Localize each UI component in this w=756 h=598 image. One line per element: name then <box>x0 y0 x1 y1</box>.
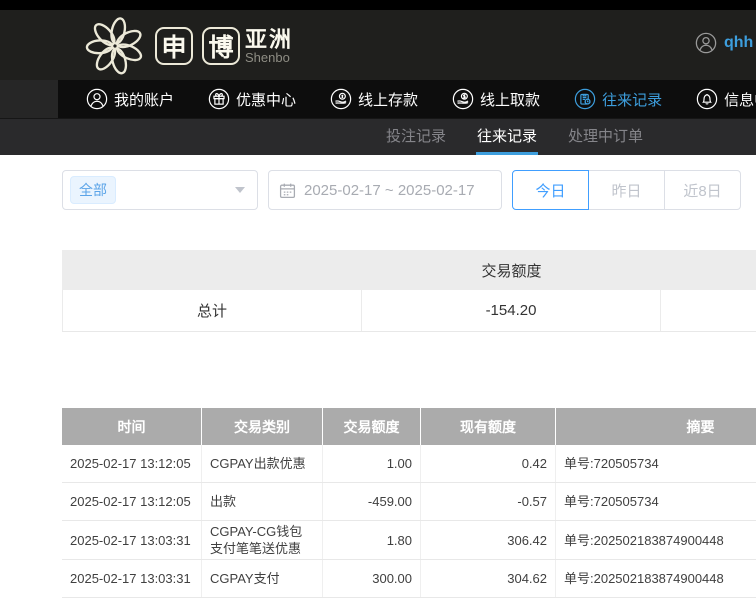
cell-type: 出款 <box>202 483 323 520</box>
nav-label: 信息中心 <box>724 89 756 110</box>
col-header-amount: 交易额度 <box>323 408 421 445</box>
cell-balance: 0.42 <box>421 445 556 482</box>
records-icon <box>574 88 596 110</box>
account-icon <box>86 88 108 110</box>
transaction-type-select[interactable]: 全部 <box>62 170 258 210</box>
cell-type: CGPAY出款优惠 <box>202 445 323 482</box>
date-range-value: 2025-02-17 ~ 2025-02-17 <box>304 182 475 199</box>
col-header-time: 时间 <box>62 408 202 445</box>
table-body: 2025-02-17 13:12:05 CGPAY出款优惠 1.00 0.42 … <box>62 445 756 598</box>
cell-amount: 1.80 <box>323 521 421 559</box>
cell-summary: 单号:720505734 <box>556 483 756 520</box>
today-button[interactable]: 今日 <box>512 170 589 210</box>
nav-item-transaction-records[interactable]: 往来记录 <box>574 88 662 110</box>
cell-time: 2025-02-17 13:12:05 <box>62 445 202 482</box>
user-avatar-icon <box>695 32 717 54</box>
cell-balance: 304.62 <box>421 560 556 597</box>
cell-summary: 单号:720505734 <box>556 445 756 482</box>
col-header-summary: 摘要 <box>556 408 756 445</box>
cell-type: CGPAY支付 <box>202 560 323 597</box>
logo-char-shen: 申 <box>155 27 193 65</box>
tab-pending-orders[interactable]: 处理中订单 <box>567 119 644 155</box>
quick-date-buttons: 今日 昨日 近8日 <box>512 170 741 210</box>
cell-amount: -459.00 <box>323 483 421 520</box>
table-row: 2025-02-17 13:03:31 CGPAY支付 300.00 304.6… <box>62 560 756 598</box>
records-subnav: 投注记录 往来记录 处理中订单 <box>0 118 756 155</box>
summary-table: 交易额度 总计 -154.20 <box>62 250 756 332</box>
summary-total-label: 总计 <box>62 290 362 331</box>
nav-item-promotions[interactable]: 优惠中心 <box>208 88 296 110</box>
nav-label: 我的账户 <box>114 89 174 110</box>
selected-type-tag[interactable]: 全部 <box>70 176 116 204</box>
yesterday-button[interactable]: 昨日 <box>588 170 665 210</box>
cell-type: CGPAY-CG钱包支付笔笔送优惠 <box>202 521 323 559</box>
col-header-type: 交易类别 <box>202 408 323 445</box>
cell-time: 2025-02-17 13:03:31 <box>62 521 202 559</box>
nav-item-my-account[interactable]: 我的账户 <box>86 88 174 110</box>
nav-label: 线上存款 <box>358 89 418 110</box>
summary-total-row: 总计 -154.20 <box>62 290 756 332</box>
nav-item-online-withdraw[interactable]: 线上取款 <box>452 88 540 110</box>
col-header-balance: 现有额度 <box>421 408 556 445</box>
user-account-chip[interactable]: qhh <box>695 32 756 54</box>
username-text: qhh <box>724 34 753 52</box>
nav-item-message-center[interactable]: 信息中心 <box>696 88 756 110</box>
nav-label: 线上取款 <box>480 89 540 110</box>
transaction-records-page: 申 博 亚洲 Shenbo qhh 我的账 <box>0 0 756 598</box>
top-black-strip <box>0 0 756 10</box>
date-range-input[interactable]: 2025-02-17 ~ 2025-02-17 <box>268 170 502 210</box>
bell-icon <box>696 88 718 110</box>
calendar-icon <box>279 182 296 199</box>
summary-total-value: -154.20 <box>362 290 661 331</box>
table-row: 2025-02-17 13:12:05 出款 -459.00 -0.57 单号:… <box>62 483 756 521</box>
table-row: 2025-02-17 13:03:31 CGPAY-CG钱包支付笔笔送优惠 1.… <box>62 521 756 560</box>
cell-amount: 300.00 <box>323 560 421 597</box>
tab-transaction-records[interactable]: 往来记录 <box>476 119 538 155</box>
cell-amount: 1.00 <box>323 445 421 482</box>
table-row: 2025-02-17 13:12:05 CGPAY出款优惠 1.00 0.42 … <box>62 445 756 483</box>
brand-header: 申 博 亚洲 Shenbo qhh <box>0 10 756 80</box>
cell-summary: 单号:202502183874900448 <box>556 521 756 559</box>
last-8-days-button[interactable]: 近8日 <box>664 170 741 210</box>
cell-balance: 306.42 <box>421 521 556 559</box>
shenbo-logo[interactable]: 申 博 亚洲 Shenbo <box>84 16 293 76</box>
summary-amount-header: 交易额度 <box>362 260 661 281</box>
tab-betting-records[interactable]: 投注记录 <box>385 119 447 155</box>
nav-label: 优惠中心 <box>236 89 296 110</box>
logo-char-bo: 博 <box>202 27 240 65</box>
cell-time: 2025-02-17 13:12:05 <box>62 483 202 520</box>
chevron-down-icon <box>235 187 245 193</box>
cell-time: 2025-02-17 13:03:31 <box>62 560 202 597</box>
nav-item-online-deposit[interactable]: 线上存款 <box>330 88 418 110</box>
summary-header-row: 交易额度 <box>62 250 756 290</box>
logo-region-label: 亚洲 <box>245 28 293 51</box>
transactions-table: 时间 交易类别 交易额度 现有额度 摘要 2025-02-17 13:12:05… <box>62 408 756 598</box>
nav-label: 往来记录 <box>602 89 662 110</box>
flower-logo-icon <box>84 17 146 75</box>
table-header-row: 时间 交易类别 交易额度 现有额度 摘要 <box>62 408 756 445</box>
cell-balance: -0.57 <box>421 483 556 520</box>
deposit-icon <box>330 88 352 110</box>
cell-summary: 单号:202502183874900448 <box>556 560 756 597</box>
logo-brand-en: Shenbo <box>245 51 293 65</box>
main-navbar: 我的账户 优惠中心 线上存款 <box>0 80 756 118</box>
withdraw-icon <box>452 88 474 110</box>
promo-icon <box>208 88 230 110</box>
